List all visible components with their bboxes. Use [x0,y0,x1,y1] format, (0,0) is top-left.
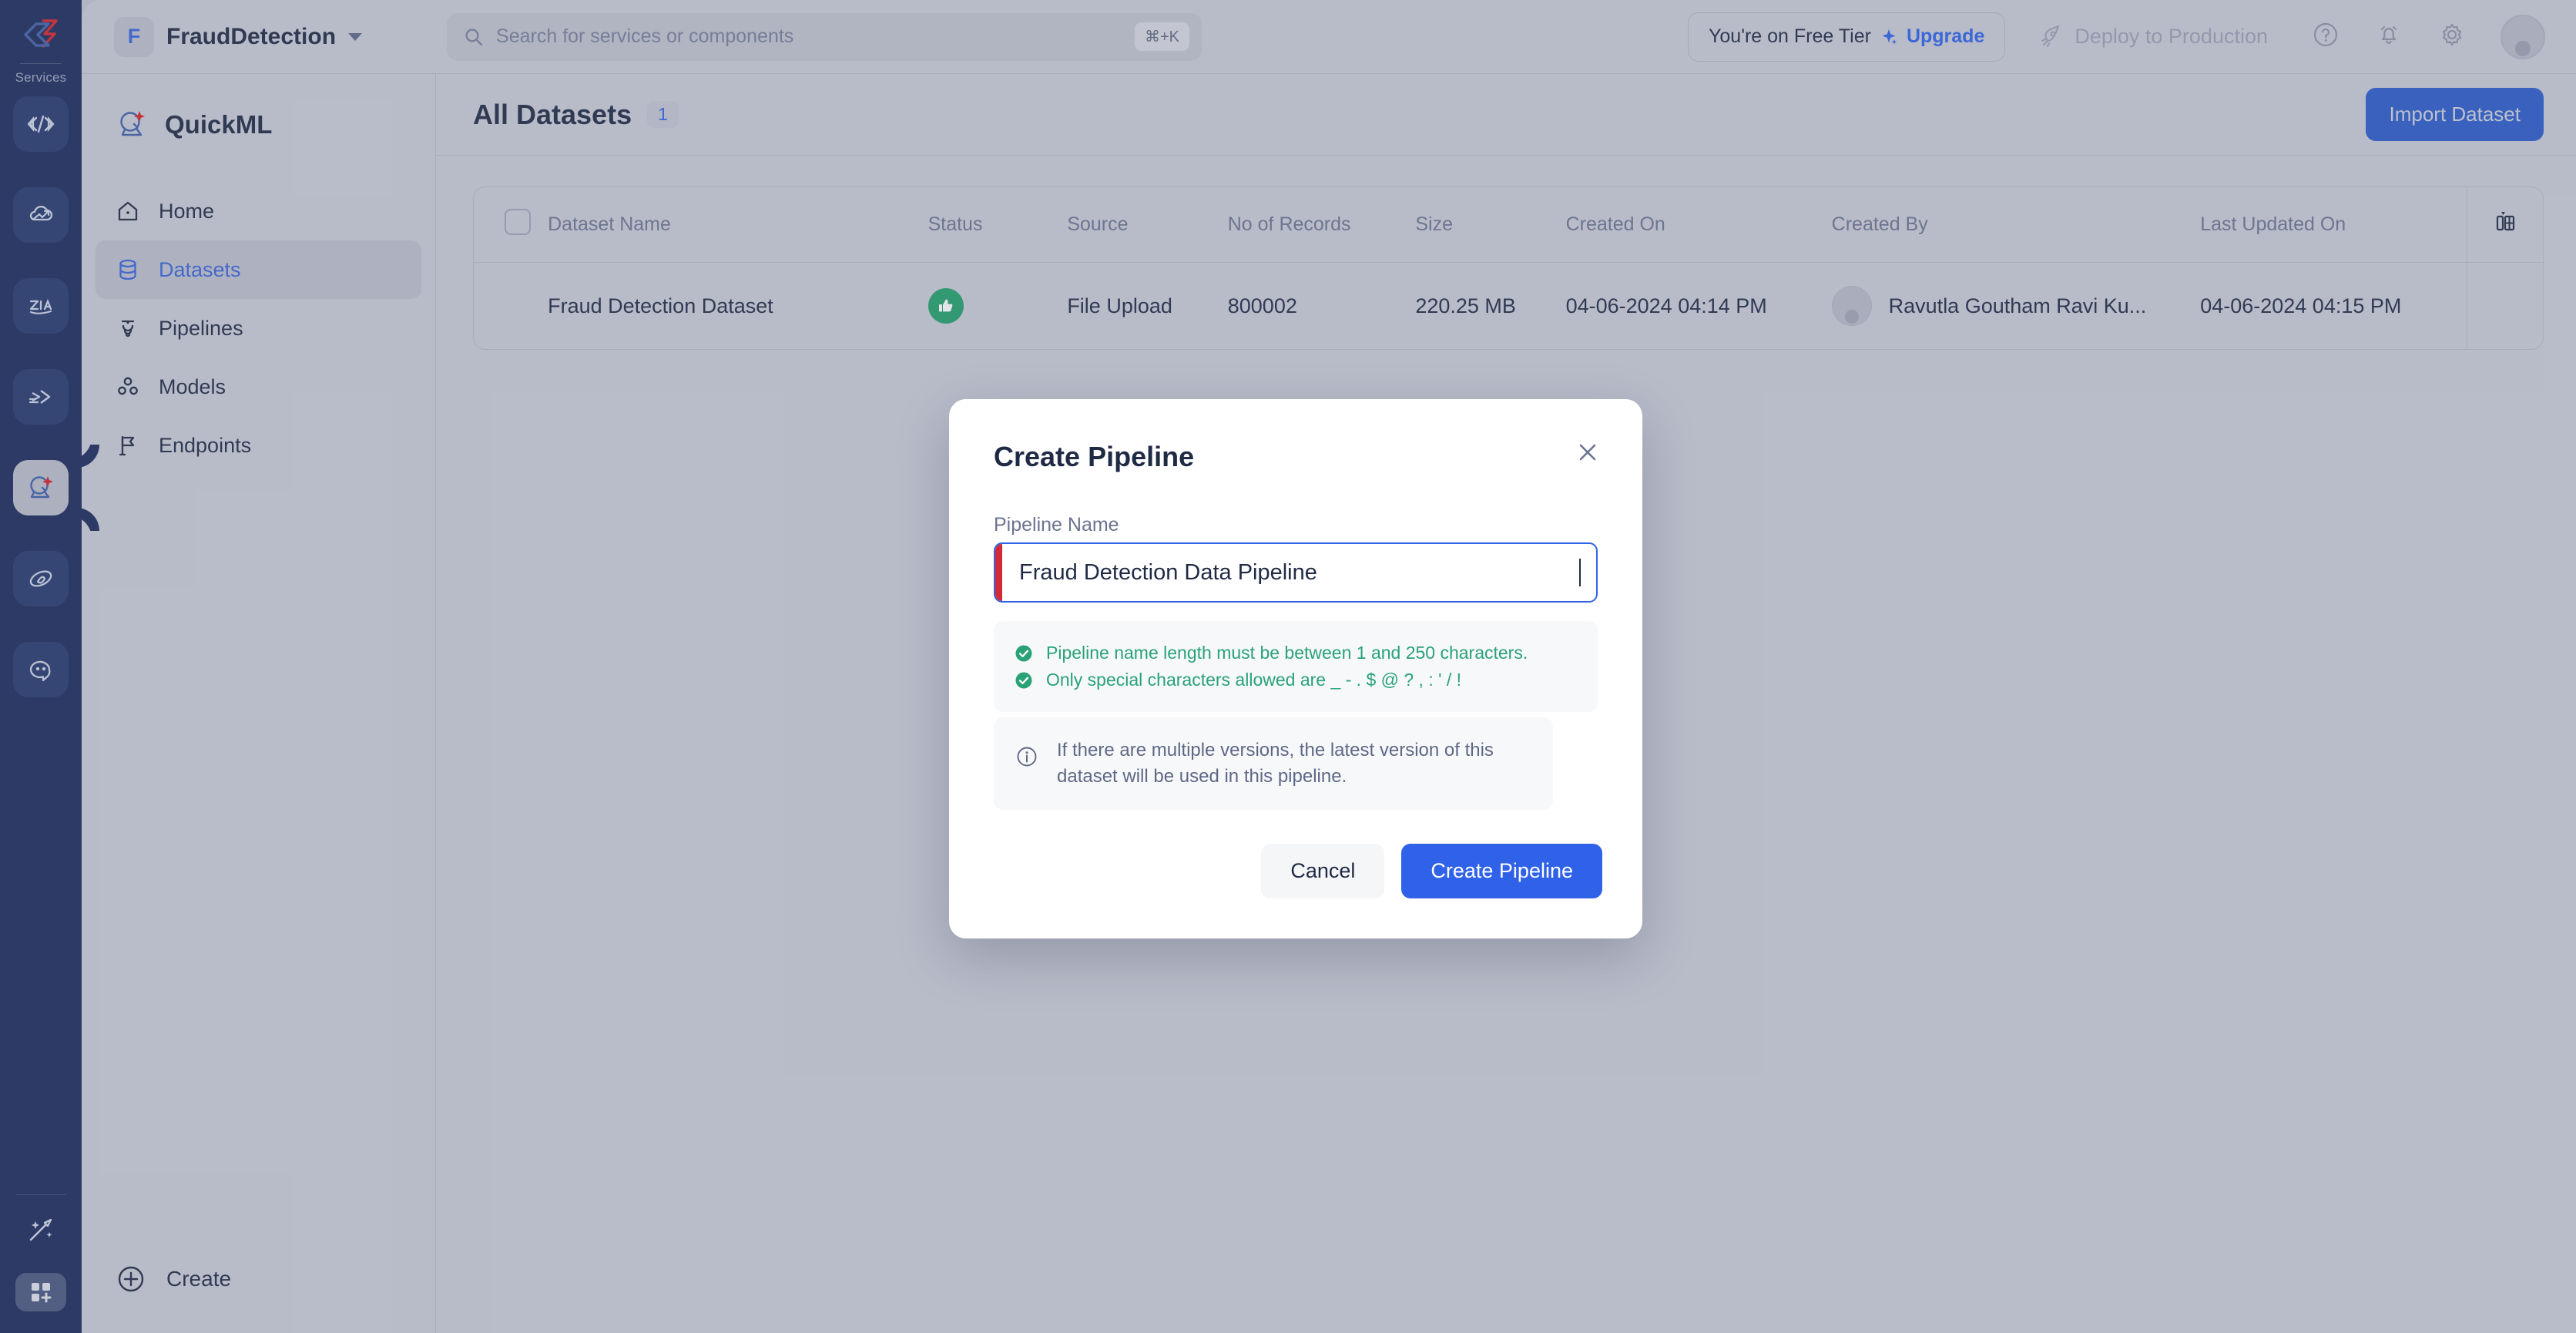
validation-text: Pipeline name length must be between 1 a… [1046,643,1528,663]
create-pipeline-modal: Create Pipeline Pipeline Name Pipeline n… [949,399,1642,938]
pipeline-name-field[interactable] [994,542,1598,603]
validation-messages: Pipeline name length must be between 1 a… [994,621,1598,712]
text-caret [1579,559,1581,586]
modal-title: Create Pipeline [994,441,1195,472]
info-circle-icon [1017,747,1037,767]
validation-text: Only special characters allowed are _ - … [1046,670,1462,690]
info-text: If there are multiple versions, the late… [1057,740,1494,787]
validation-item: Pipeline name length must be between 1 a… [1014,643,1578,663]
cancel-button[interactable]: Cancel [1261,844,1385,898]
create-pipeline-submit-button[interactable]: Create Pipeline [1401,844,1602,898]
pipeline-name-input[interactable] [1002,544,1579,601]
check-circle-icon [1015,645,1032,661]
required-field-accent [995,544,1002,601]
check-circle-icon [1015,672,1032,688]
validation-item: Only special characters allowed are _ - … [1014,670,1578,690]
pipeline-name-label: Pipeline Name [994,514,1119,536]
modal-footer: Cancel Create Pipeline [1261,844,1602,898]
close-icon[interactable] [1570,435,1605,470]
info-note: If there are multiple versions, the late… [994,717,1553,811]
